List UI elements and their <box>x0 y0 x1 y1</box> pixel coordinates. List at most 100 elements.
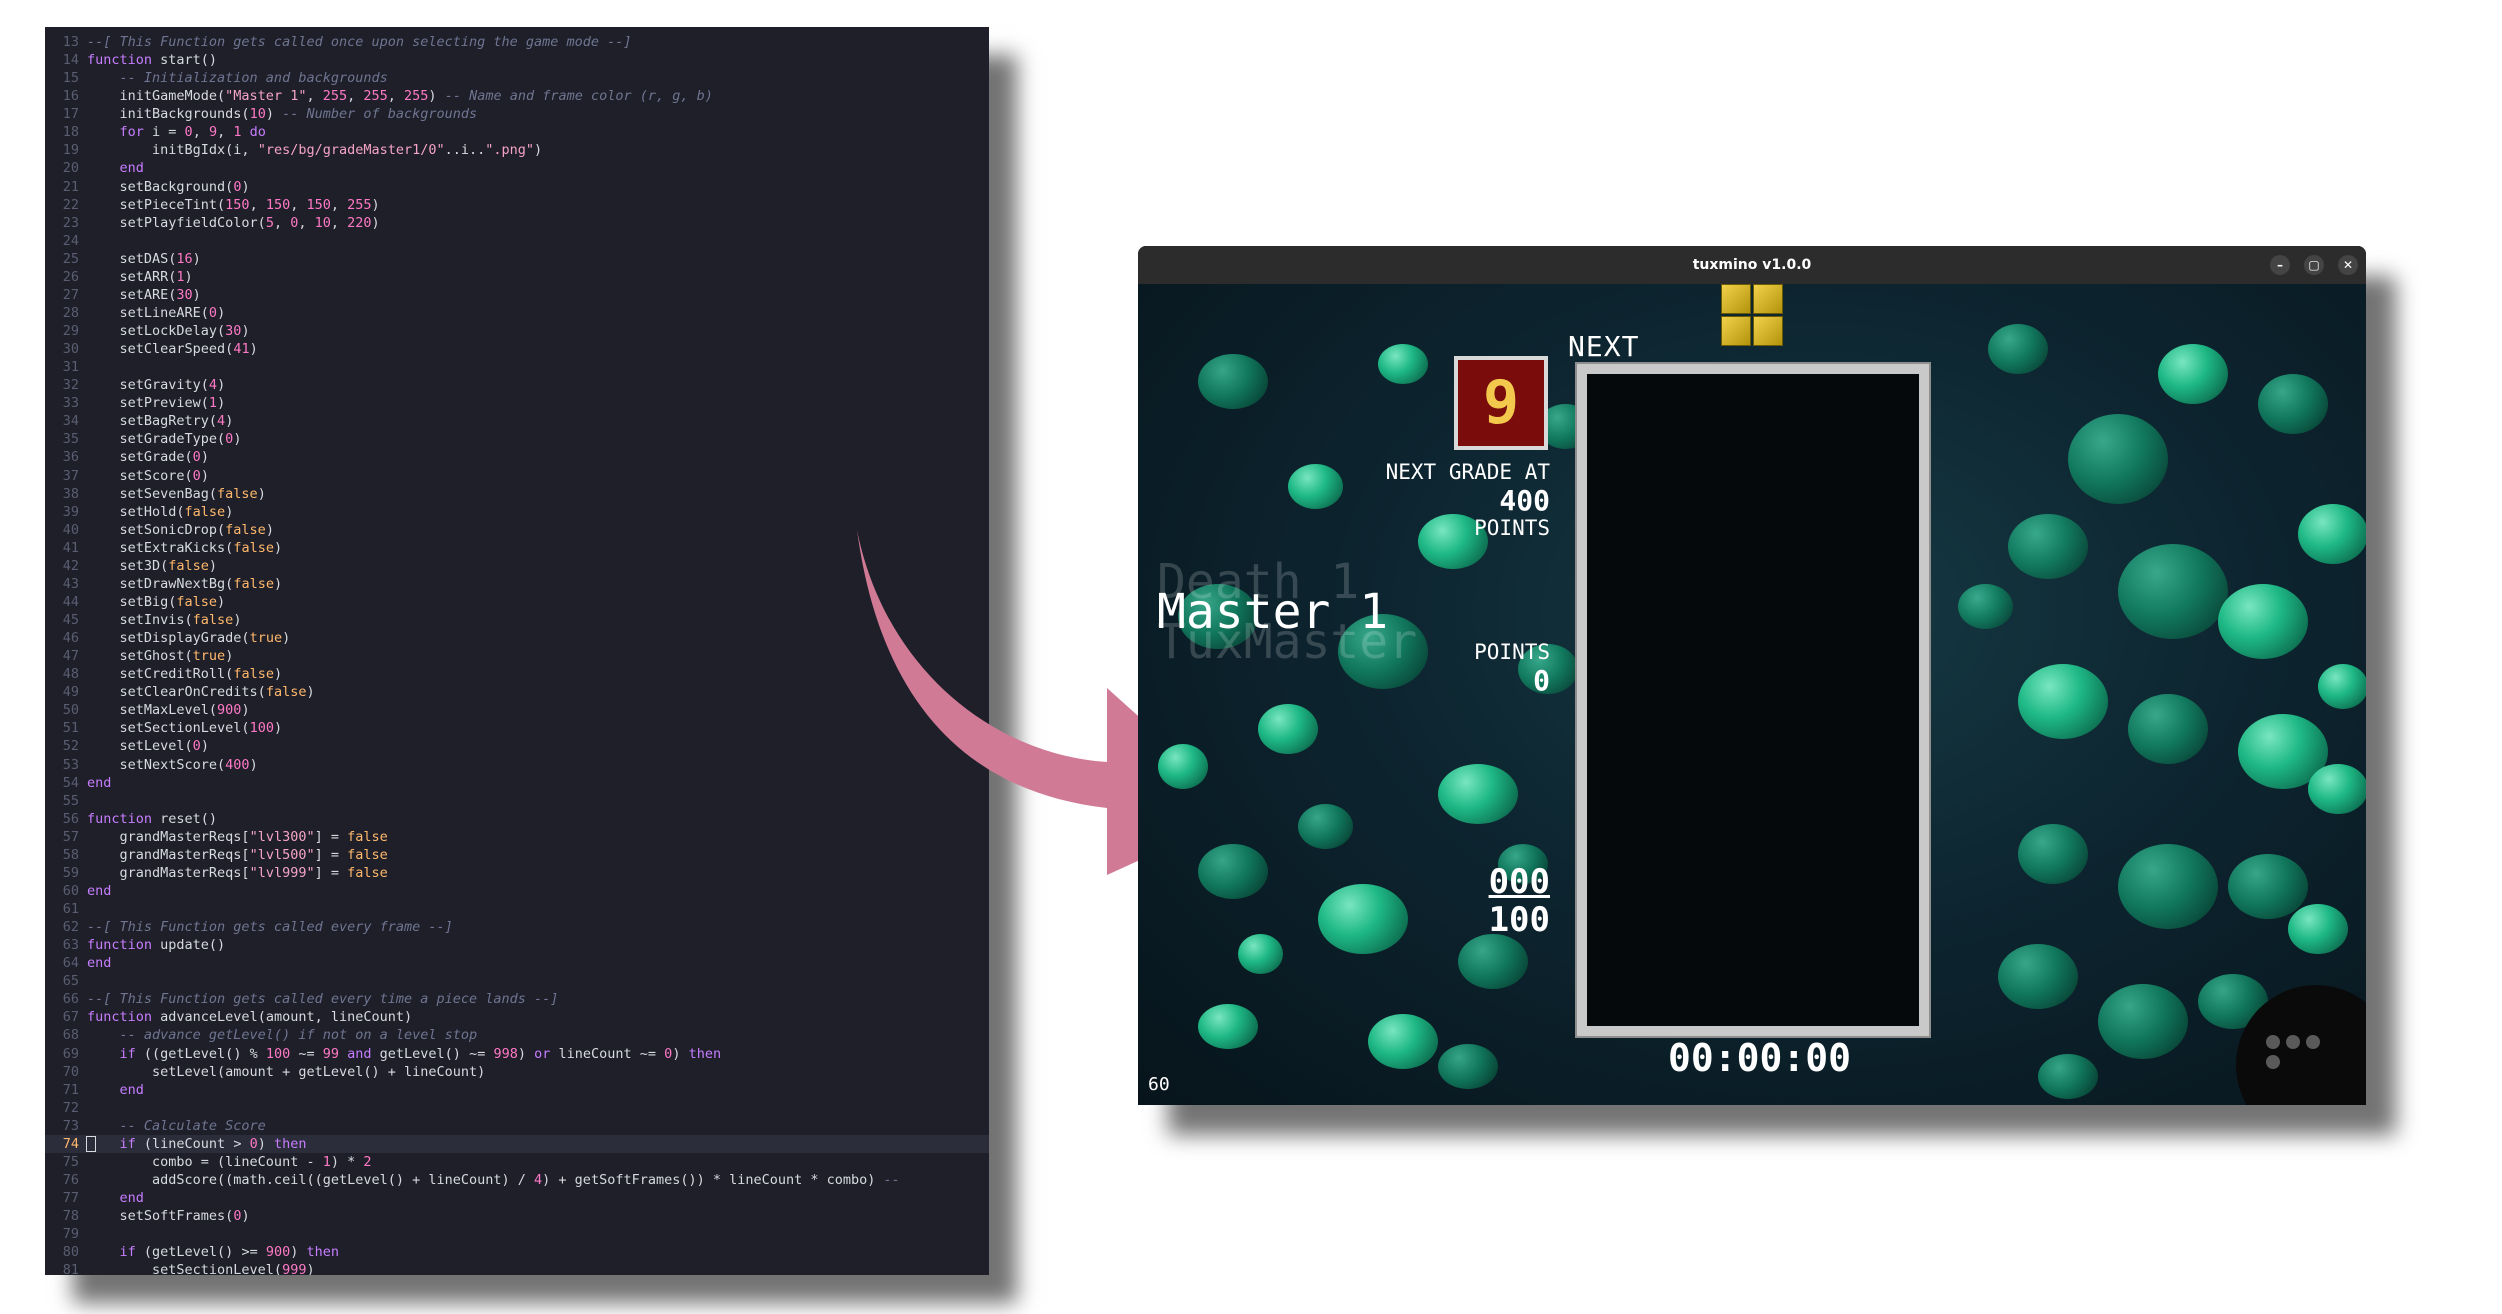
code-line[interactable]: 66 --[ This Function gets called every ti… <box>45 990 989 1008</box>
code-line[interactable]: 70 setLevel(amount + getLevel() + lineCo… <box>45 1063 989 1081</box>
code-line[interactable]: 73 -- Calculate Score <box>45 1117 989 1135</box>
line-number: 65 <box>62 973 79 990</box>
code-line[interactable]: 74 if (lineCount > 0) then <box>45 1134 989 1153</box>
code-line[interactable]: 16 initGameMode("Master 1", 255, 255, 25… <box>45 87 989 105</box>
background-cell <box>1198 1004 1258 1049</box>
line-number: 15 <box>62 70 79 87</box>
code-line[interactable]: 30 setClearSpeed(41) <box>45 340 989 358</box>
line-number: 17 <box>62 106 79 123</box>
code-line[interactable]: 20 end <box>45 159 989 177</box>
code-token: , <box>306 88 323 105</box>
controller-dot <box>2266 1055 2280 1069</box>
code-token: 41 <box>233 341 250 358</box>
code-token: setCreditRoll( <box>87 666 234 683</box>
code-token: false <box>347 828 388 845</box>
line-number: 47 <box>62 648 79 665</box>
maximize-button[interactable]: ▢ <box>2304 255 2324 275</box>
line-number: 58 <box>62 846 79 863</box>
code-line[interactable]: 25 setDAS(16) <box>45 250 989 268</box>
code-line[interactable]: 68 -- advance getLevel() if not on a lev… <box>45 1026 989 1044</box>
code-token: initBgIdx(i, <box>87 142 258 159</box>
code-line[interactable]: 62 --[ This Function gets called every fr… <box>45 918 989 936</box>
code-line[interactable]: 23 setPlayfieldColor(5, 0, 10, 220) <box>45 214 989 232</box>
background-cell <box>2018 824 2088 884</box>
code-line[interactable]: 14 function start() <box>45 51 989 69</box>
close-button[interactable]: ✕ <box>2338 255 2358 275</box>
background-cell <box>2118 844 2218 929</box>
code-token: addScore((math.ceil((getLevel() + lineCo… <box>87 1171 535 1188</box>
code-line[interactable]: 26 setARR(1) <box>45 268 989 286</box>
code-token: 10 <box>249 106 266 123</box>
line-number: 57 <box>62 828 79 845</box>
line-number: 41 <box>62 539 79 556</box>
code-line[interactable]: 78 setSoftFrames(0) <box>45 1207 989 1225</box>
code-line[interactable]: 28 setLineARE(0) <box>45 304 989 322</box>
code-line[interactable]: 61 <box>45 900 989 918</box>
code-token: ) <box>265 106 283 123</box>
line-number: 81 <box>62 1262 79 1275</box>
code-line[interactable]: 38 setSevenBag(false) <box>45 485 989 503</box>
code-line[interactable]: 69 if ((getLevel() % 100 ~= 99 and getLe… <box>45 1045 989 1063</box>
code-token: 1 <box>322 1153 331 1170</box>
line-number: 52 <box>62 738 79 755</box>
code-line[interactable]: 76 addScore((math.ceil((getLevel() + lin… <box>45 1171 989 1189</box>
code-token: setSoftFrames( <box>87 1208 234 1225</box>
code-line[interactable]: 17 initBackgrounds(10) -- Number of back… <box>45 105 989 123</box>
code-token: setLevel(amount + getLevel() + lineCount… <box>87 1063 486 1080</box>
code-line[interactable]: 81 setSectionLevel(999) <box>45 1261 989 1275</box>
code-token: 0 <box>192 738 201 755</box>
code-line[interactable]: 19 initBgIdx(i, "res/bg/gradeMaster1/0".… <box>45 141 989 159</box>
code-line[interactable]: 13 --[ This Function gets called once upo… <box>45 33 989 51</box>
line-number: 48 <box>62 666 79 683</box>
code-token: ) <box>233 431 242 448</box>
code-line[interactable]: 77 end <box>45 1189 989 1207</box>
minimize-button[interactable]: – <box>2270 255 2290 275</box>
code-token: false <box>176 593 218 610</box>
code-line[interactable]: 72 <box>45 1099 989 1117</box>
code-token: setSevenBag( <box>87 485 218 502</box>
mode-option-selected[interactable]: Master 1 <box>1157 584 1388 640</box>
code-line[interactable]: 21 setBackground(0) <box>45 178 989 196</box>
code-line[interactable]: 24 <box>45 232 989 250</box>
code-line[interactable]: 18 for i = 0, 9, 1 do <box>45 123 989 141</box>
code-token: false <box>217 485 258 502</box>
grade-badge: 9 <box>1454 356 1548 450</box>
code-line[interactable]: 27 setARE(30) <box>45 286 989 304</box>
code-token: false <box>233 539 274 556</box>
code-line[interactable]: 65 <box>45 972 989 990</box>
code-line[interactable]: 79 <box>45 1225 989 1243</box>
code-line[interactable]: 64 end <box>45 954 989 972</box>
line-number: 77 <box>62 1190 79 1206</box>
next-grade-value: 400 <box>1499 484 1550 517</box>
line-number: 42 <box>62 557 79 574</box>
line-number: 22 <box>62 196 79 213</box>
code-token: 150 <box>265 196 291 213</box>
code-token: ) <box>241 702 250 719</box>
code-line[interactable]: 75 combo = (lineCount - 1) * 2 <box>45 1153 989 1171</box>
playfield-frame <box>1575 362 1931 1038</box>
code-token: grandMasterReqs[ <box>87 846 250 863</box>
code-line[interactable]: 15 -- Initialization and backgrounds <box>45 69 989 87</box>
code-line[interactable]: 67 function advanceLevel(amount, lineCoun… <box>45 1008 989 1026</box>
game-window: tuxmino v1.0.0 – ▢ ✕ NEXT 9 NEXT GRADE A… <box>1138 246 2366 1105</box>
code-line[interactable]: 36 setGrade(0) <box>45 448 989 466</box>
code-line[interactable]: 33 setPreview(1) <box>45 394 989 412</box>
line-number: 53 <box>62 756 79 773</box>
code-line[interactable]: 37 setScore(0) <box>45 467 989 485</box>
code-line[interactable]: 34 setBagRetry(4) <box>45 412 989 430</box>
code-line[interactable]: 39 setHold(false) <box>45 503 989 521</box>
code-line[interactable]: 35 setGradeType(0) <box>45 430 989 448</box>
code-line[interactable]: 80 if (getLevel() >= 900) then <box>45 1243 989 1261</box>
code-token: ] = <box>314 864 348 881</box>
window-titlebar[interactable]: tuxmino v1.0.0 – ▢ ✕ <box>1138 246 2366 284</box>
code-token: 2 <box>363 1153 372 1170</box>
code-token: 255 <box>322 88 348 105</box>
code-line[interactable]: 71 end <box>45 1081 989 1099</box>
line-number: 56 <box>62 810 79 827</box>
code-line[interactable]: 63 function update() <box>45 936 989 954</box>
code-line[interactable]: 22 setPieceTint(150, 150, 150, 255) <box>45 196 989 214</box>
line-number: 28 <box>62 304 79 321</box>
code-line[interactable]: 32 setGravity(4) <box>45 376 989 394</box>
code-line[interactable]: 29 setLockDelay(30) <box>45 322 989 340</box>
code-line[interactable]: 31 <box>45 358 989 376</box>
